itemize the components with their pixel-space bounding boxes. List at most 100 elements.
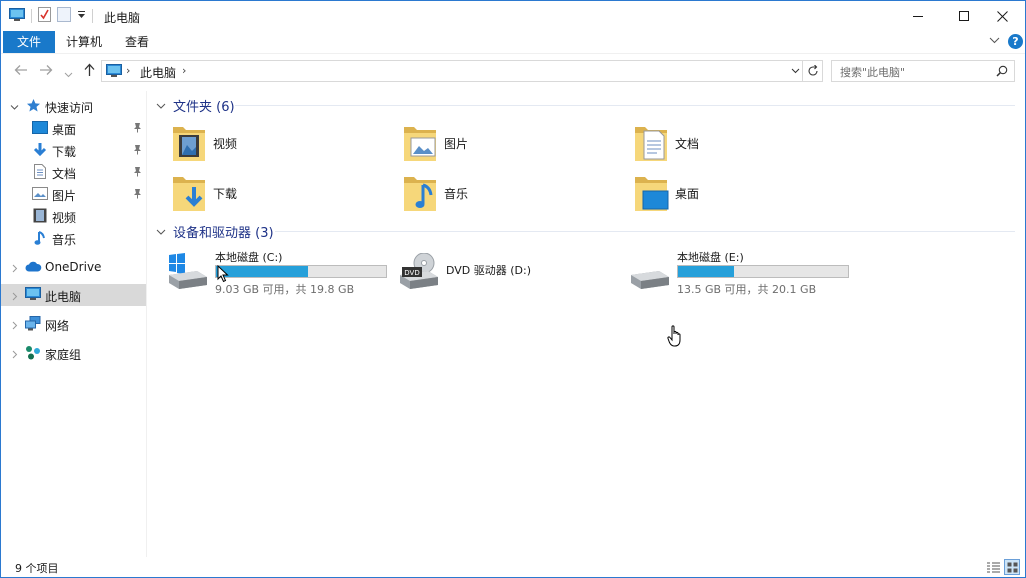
drive-d[interactable]: DVD DVD 驱动器 (D:) [384,247,614,303]
sidebar-item-label: 下载 [52,145,77,159]
drive-e[interactable]: 本地磁盘 (E:) 13.5 GB 可用，共 20.1 GB [615,247,849,303]
cloud-icon [25,261,42,275]
pin-icon[interactable] [133,144,142,158]
sidebar-item-label: 文档 [52,167,77,181]
address-bar[interactable]: › 此电脑 › [101,60,823,82]
title-bar: 此电脑 [1,1,1025,31]
drive-name: 本地磁盘 (E:) [677,251,744,264]
folder-desktop[interactable]: 桌面 [611,171,831,217]
chevron-right-icon[interactable] [10,319,19,333]
tab-view[interactable]: 查看 [115,31,159,53]
breadcrumb-this-pc[interactable]: 此电脑 [140,64,176,81]
chevron-down-icon [791,68,800,74]
hand-cursor-icon [667,325,683,350]
refresh-icon [807,65,818,76]
sidebar-item-videos[interactable]: 视频 [1,205,146,227]
folder-label: 音乐 [444,187,469,201]
chevron-down-icon[interactable] [156,100,166,114]
sidebar-item-quick-access[interactable]: 快速访问 [1,95,146,117]
drive-name: DVD 驱动器 (D:) [446,264,532,277]
folder-downloads[interactable]: 下载 [149,171,369,217]
mouse-pointer-icon [217,264,229,286]
toolbar-divider [92,9,93,23]
sidebar-item-homegroup[interactable]: 家庭组 [1,342,146,364]
recent-locations-button[interactable] [64,67,73,81]
pin-icon[interactable] [133,166,142,180]
chevron-right-icon[interactable] [10,262,19,276]
tab-file[interactable]: 文件 [3,31,55,53]
computer-icon [106,64,122,81]
status-bar: 9 个项目 [1,557,1025,577]
drive-c[interactable]: 本地磁盘 (C:) 9.03 GB 可用，共 19.8 GB [153,247,387,303]
sidebar-item-onedrive[interactable]: OneDrive [1,256,146,278]
sidebar-item-desktop[interactable]: 桌面 [1,117,146,139]
back-button[interactable] [14,63,28,80]
folder-label: 文档 [675,137,700,151]
group-divider [235,105,1015,106]
pin-icon[interactable] [133,188,142,202]
sidebar-item-music[interactable]: 音乐 [1,227,146,249]
downloads-folder-icon [171,173,207,216]
tab-computer[interactable]: 计算机 [59,31,109,53]
item-count: 9 个项目 [15,562,59,575]
folder-label: 视频 [213,137,238,151]
desktop-icon [32,121,48,137]
sidebar-item-pictures[interactable]: 图片 [1,183,146,205]
hard-drive-icon [629,253,669,292]
search-input[interactable]: 搜索"此电脑" [831,60,1015,82]
drive-usage-bar [215,265,387,278]
maximize-icon [959,11,969,21]
toolbar-divider [31,9,32,23]
sidebar-item-label: 快速访问 [45,101,94,115]
new-folder-icon[interactable] [57,7,71,25]
sidebar-item-label: 网络 [45,319,70,333]
sidebar-item-this-pc[interactable]: 此电脑 [1,284,146,306]
properties-icon[interactable] [38,7,51,25]
customize-toolbar-icon[interactable] [77,9,86,23]
refresh-button[interactable] [802,60,823,82]
folder-documents[interactable]: 文档 [611,121,831,167]
windows-drive-icon [167,253,207,292]
up-arrow-icon [84,63,95,76]
close-button[interactable] [979,1,1025,31]
minimize-button[interactable] [895,1,941,31]
folder-videos[interactable]: 视频 [149,121,369,167]
forward-button[interactable] [39,63,53,80]
folder-pictures[interactable]: 图片 [380,121,600,167]
chevron-down-icon[interactable] [10,101,19,115]
breadcrumb-separator-icon[interactable]: › [126,64,130,77]
chevron-right-icon[interactable] [10,348,19,362]
chevron-right-icon[interactable] [10,290,19,304]
drive-usage-fill [678,266,734,277]
help-button[interactable]: ? [1008,34,1023,49]
tiles-view-icon [1007,562,1017,572]
search-icon[interactable] [996,65,1008,80]
close-icon [996,10,1008,22]
explorer-window: 此电脑 文件 计算机 查看 ? › 此电脑 › 搜索"此电脑" 快速访问 桌面 … [0,0,1026,578]
sidebar-item-label: 桌面 [52,123,77,137]
navigation-bar: › 此电脑 › 搜索"此电脑" [1,53,1025,87]
ribbon: 文件 计算机 查看 ? [1,31,1025,53]
drive-name: 本地磁盘 (C:) [215,251,283,264]
pin-icon[interactable] [133,122,142,136]
minimize-icon [913,16,923,17]
breadcrumb-separator-icon[interactable]: › [182,64,186,77]
sidebar-item-network[interactable]: 网络 [1,313,146,335]
sidebar-item-label: 此电脑 [45,290,82,304]
folder-label: 图片 [444,137,469,151]
sidebar-item-documents[interactable]: 文档 [1,161,146,183]
computer-icon[interactable] [9,7,25,25]
details-view-button[interactable] [985,559,1001,575]
sidebar-item-label: 图片 [52,189,77,203]
sidebar-item-label: 视频 [52,211,77,225]
documents-folder-icon [633,123,669,166]
picture-icon [32,187,48,203]
folder-music[interactable]: 音乐 [380,171,600,217]
chevron-down-icon[interactable] [156,226,166,240]
sidebar-item-downloads[interactable]: 下载 [1,139,146,161]
tiles-view-button[interactable] [1004,559,1020,575]
up-button[interactable] [83,63,96,80]
expand-ribbon-button[interactable] [989,35,1000,50]
computer-icon [25,287,41,304]
dvd-drive-icon: DVD [398,252,438,292]
